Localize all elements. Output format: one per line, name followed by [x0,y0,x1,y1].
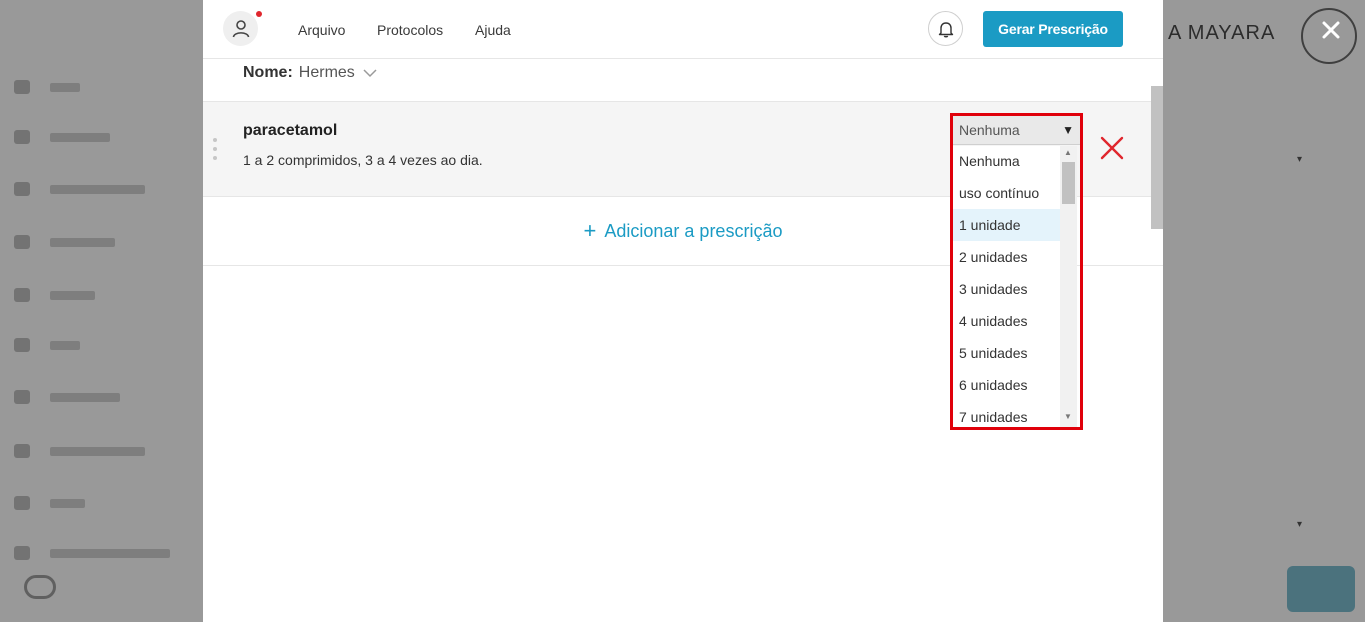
medication-dosage: 1 a 2 comprimidos, 3 a 4 vezes ao dia. [243,152,483,168]
add-prescription-label: Adicionar a prescrição [604,220,783,241]
modal-topbar: Arquivo Protocolos Ajuda Gerar Prescriçã… [203,0,1163,59]
notifications-button[interactable] [928,11,963,46]
generate-prescription-button[interactable]: Gerar Prescrição [983,11,1123,47]
annotation-highlight-box [950,113,1083,430]
modal-scrollbar[interactable] [1151,86,1163,229]
close-icon [1100,136,1124,160]
menu-ajuda[interactable]: Ajuda [475,22,511,38]
bell-icon [938,21,953,37]
patient-name-selector[interactable]: Nome: Hermes [243,64,377,82]
chevron-down-icon [363,69,377,78]
patient-name-label: Nome: [243,64,293,81]
menu-protocolos[interactable]: Protocolos [377,22,443,38]
user-icon [232,19,249,37]
patient-name-value: Hermes [298,64,355,81]
close-modal-button[interactable] [1316,15,1346,45]
user-profile-button[interactable] [223,11,258,46]
remove-item-button[interactable] [1099,135,1125,161]
medication-name: paracetamol [243,122,338,139]
menu-arquivo[interactable]: Arquivo [298,22,345,38]
plus-icon: + [583,218,597,243]
close-icon [1322,21,1340,39]
notification-dot [256,11,262,17]
drag-handle-icon[interactable] [213,138,217,160]
